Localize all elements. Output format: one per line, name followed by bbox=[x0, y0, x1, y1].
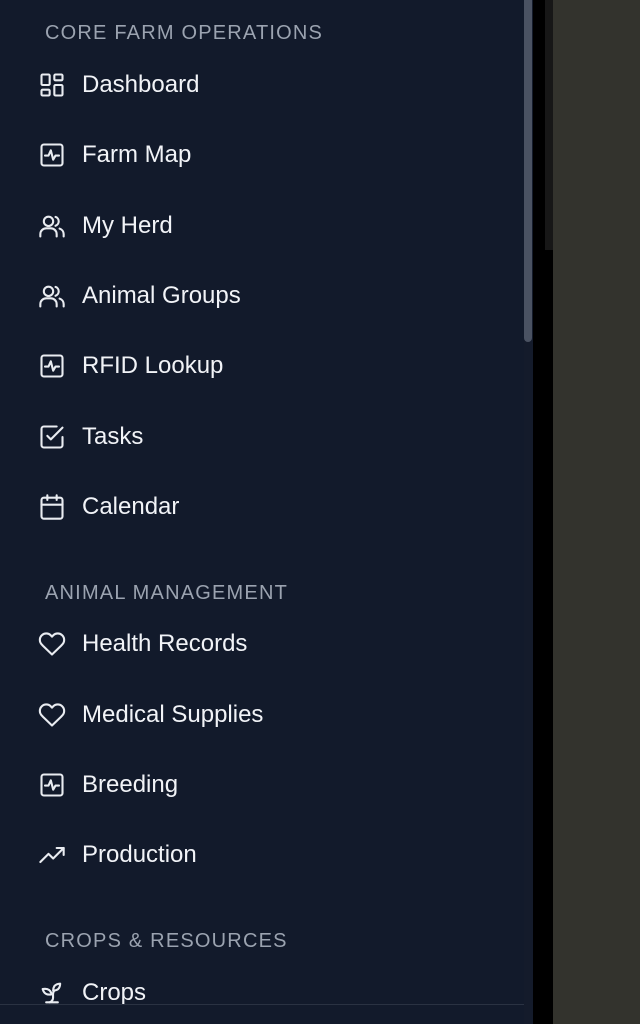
calendar-icon bbox=[38, 493, 66, 521]
section-header-animal-management: ANIMAL MANAGEMENT bbox=[45, 582, 289, 604]
nav-item-label: Breeding bbox=[82, 771, 179, 798]
nav-item-health-records[interactable]: Health Records bbox=[0, 616, 520, 672]
nav-item-label: Calendar bbox=[82, 493, 180, 520]
heart-icon bbox=[38, 701, 66, 729]
nav-item-label: Production bbox=[82, 841, 197, 868]
bottom-divider bbox=[0, 1004, 533, 1005]
section-header-core-farm-operations: CORE FARM OPERATIONS bbox=[45, 22, 324, 44]
nav-item-label: Farm Map bbox=[82, 141, 192, 168]
dashboard-icon bbox=[38, 71, 66, 99]
nav-item-calendar[interactable]: Calendar bbox=[0, 479, 520, 535]
trending-up-icon bbox=[38, 841, 66, 869]
nav-item-label: Animal Groups bbox=[82, 282, 241, 309]
nav-item-label: RFID Lookup bbox=[82, 352, 224, 379]
drawer-edge-shadow bbox=[545, 0, 553, 250]
users-icon bbox=[38, 212, 66, 240]
nav-item-farm-map[interactable]: Farm Map bbox=[0, 127, 520, 183]
nav-item-label: Health Records bbox=[82, 630, 248, 657]
nav-item-breeding[interactable]: Breeding bbox=[0, 757, 520, 813]
nav-item-label: My Herd bbox=[82, 212, 173, 239]
section-header-crops-resources: CROPS & RESOURCES bbox=[45, 930, 288, 952]
nav-item-rfid-lookup[interactable]: RFID Lookup bbox=[0, 338, 520, 394]
nav-item-animal-groups[interactable]: Animal Groups bbox=[0, 268, 520, 324]
drawer-scrollbar-thumb[interactable] bbox=[524, 0, 532, 342]
nav-item-label: Dashboard bbox=[82, 71, 200, 98]
nav-item-my-herd[interactable]: My Herd bbox=[0, 198, 520, 254]
nav-item-crops[interactable]: Crops bbox=[0, 965, 520, 1021]
nav-item-tasks[interactable]: Tasks bbox=[0, 409, 520, 465]
check-square-icon bbox=[38, 423, 66, 451]
nav-item-medical-supplies[interactable]: Medical Supplies bbox=[0, 687, 520, 743]
nav-item-production[interactable]: Production bbox=[0, 827, 520, 883]
sprout-icon bbox=[38, 979, 66, 1007]
activity-icon bbox=[38, 352, 66, 380]
backdrop-overlay[interactable] bbox=[553, 0, 640, 1024]
nav-item-label: Crops bbox=[82, 979, 147, 1006]
heart-icon bbox=[38, 630, 66, 658]
users-icon bbox=[38, 282, 66, 310]
nav-item-label: Medical Supplies bbox=[82, 701, 264, 728]
navigation-drawer: CORE FARM OPERATIONS Dashboard Farm Map … bbox=[0, 0, 533, 1024]
activity-icon bbox=[38, 771, 66, 799]
activity-icon bbox=[38, 141, 66, 169]
nav-item-dashboard[interactable]: Dashboard bbox=[0, 57, 520, 113]
nav-item-label: Tasks bbox=[82, 423, 144, 450]
